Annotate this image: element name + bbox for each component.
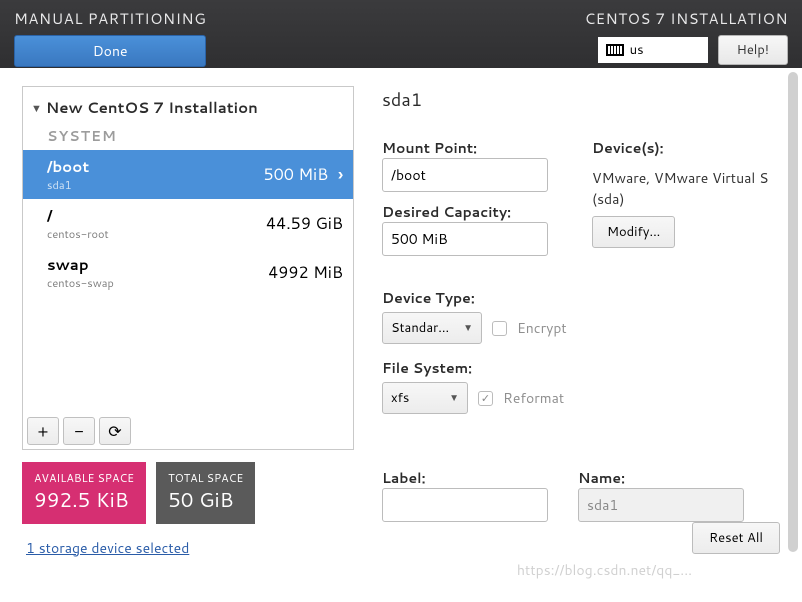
chevron-down-icon: ▼ <box>449 391 459 405</box>
partition-size: 4992 MiB <box>268 261 343 284</box>
device-type-value: Standar... <box>391 319 449 337</box>
reformat-checkbox[interactable] <box>478 391 493 406</box>
partition-mount: / <box>47 205 109 226</box>
partition-size: 500 MiB <box>263 163 328 186</box>
device-type-select[interactable]: Standar... ▼ <box>382 312 482 344</box>
total-space-box: TOTAL SPACE 50 GiB <box>156 462 255 524</box>
system-section-label: SYSTEM <box>23 124 353 150</box>
header-right: CENTOS 7 INSTALLATION us Help! <box>585 8 788 65</box>
partition-tree: ▼ New CentOS 7 Installation SYSTEM /boot… <box>22 86 354 450</box>
label-input[interactable] <box>382 488 548 522</box>
available-space-box: AVAILABLE SPACE 992.5 KiB <box>22 462 146 524</box>
tree-toolbar: + − ⟳ <box>23 413 353 449</box>
reformat-label: Reformat <box>503 388 564 408</box>
label-label: Label: <box>382 468 548 488</box>
stats-row: AVAILABLE SPACE 992.5 KiB TOTAL SPACE 50… <box>22 462 354 524</box>
desired-capacity-input[interactable] <box>382 222 548 256</box>
desired-capacity-label: Desired Capacity: <box>382 202 562 222</box>
total-space-label: TOTAL SPACE <box>168 470 243 486</box>
done-button[interactable]: Done <box>14 35 206 67</box>
mount-point-input[interactable] <box>382 158 548 192</box>
file-system-select[interactable]: xfs ▼ <box>382 382 468 414</box>
scrollbar-thumb[interactable] <box>788 72 798 552</box>
keyboard-layout-text: us <box>630 41 644 59</box>
mount-point-label: Mount Point: <box>382 138 562 158</box>
add-partition-button[interactable]: + <box>27 417 59 445</box>
partition-mount: swap <box>47 254 114 275</box>
chevron-right-icon: › <box>338 163 343 186</box>
content-area: ▼ New CentOS 7 Installation SYSTEM /boot… <box>0 68 802 558</box>
partition-row-root[interactable]: / centos-root 44.59 GiB <box>23 199 353 248</box>
total-space-value: 50 GiB <box>168 486 243 514</box>
encrypt-label: Encrypt <box>517 318 567 338</box>
bottom-right-actions: Reset All <box>692 522 780 554</box>
partition-row-boot[interactable]: /boot sda1 500 MiB › <box>23 150 353 199</box>
page-title: MANUAL PARTITIONING <box>14 8 206 29</box>
name-label: Name: <box>578 468 744 488</box>
devices-text: VMware, VMware Virtual S (sda) <box>592 168 780 210</box>
header-bar: MANUAL PARTITIONING Done CENTOS 7 INSTAL… <box>0 0 802 68</box>
partition-device: centos-root <box>47 226 109 242</box>
right-panel: sda1 Mount Point: Desired Capacity: Devi… <box>382 86 780 558</box>
tree-header-label: New CentOS 7 Installation <box>46 97 258 118</box>
remove-partition-button[interactable]: − <box>63 417 95 445</box>
file-system-value: xfs <box>391 389 409 407</box>
name-input <box>578 488 744 522</box>
reload-button[interactable]: ⟳ <box>99 417 131 445</box>
available-space-value: 992.5 KiB <box>34 486 134 514</box>
tree-spacer <box>23 297 353 413</box>
caret-down-icon: ▼ <box>31 100 42 116</box>
header-right-row: us Help! <box>598 35 788 65</box>
partition-size: 44.59 GiB <box>266 212 343 235</box>
partition-row-swap[interactable]: swap centos-swap 4992 MiB <box>23 248 353 297</box>
partition-mount: /boot <box>47 156 89 177</box>
chevron-down-icon: ▼ <box>463 321 473 335</box>
storage-devices-link[interactable]: 1 storage device selected <box>22 538 354 558</box>
devices-label: Device(s): <box>592 138 780 158</box>
partition-device: centos-swap <box>47 275 114 291</box>
encrypt-checkbox[interactable] <box>492 321 507 336</box>
tree-header[interactable]: ▼ New CentOS 7 Installation <box>23 87 353 124</box>
reset-all-button[interactable]: Reset All <box>692 522 780 554</box>
file-system-label: File System: <box>382 358 780 378</box>
keyboard-icon <box>606 44 624 56</box>
left-panel: ▼ New CentOS 7 Installation SYSTEM /boot… <box>22 86 354 558</box>
scrollbar[interactable] <box>788 72 798 572</box>
watermark-text: https://blog.csdn.net/qq_... <box>517 560 692 580</box>
help-button[interactable]: Help! <box>718 35 788 65</box>
selected-device-title: sda1 <box>382 86 780 112</box>
modify-button[interactable]: Modify... <box>592 216 675 248</box>
keyboard-layout-indicator[interactable]: us <box>598 37 708 63</box>
available-space-label: AVAILABLE SPACE <box>34 470 134 486</box>
installer-title: CENTOS 7 INSTALLATION <box>585 8 788 29</box>
partition-device: sda1 <box>47 177 89 193</box>
header-left: MANUAL PARTITIONING Done <box>14 8 206 67</box>
device-type-label: Device Type: <box>382 288 780 308</box>
